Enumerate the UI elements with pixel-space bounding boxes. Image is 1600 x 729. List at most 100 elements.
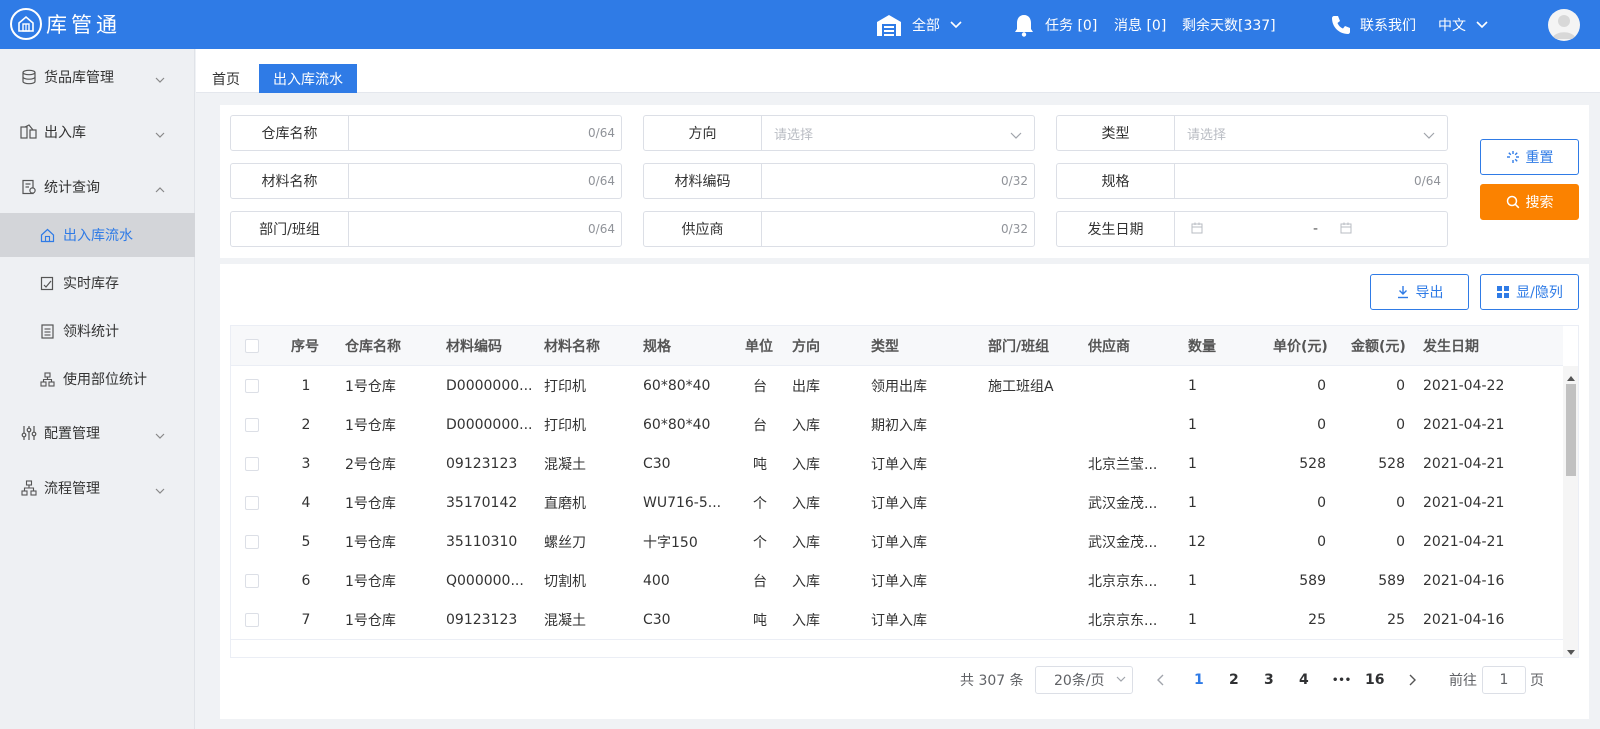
sidebar-item-in-out-flow[interactable]: 出入库流水: [0, 213, 195, 257]
row-checkbox[interactable]: [245, 444, 259, 483]
col-header-amount[interactable]: 金额(元): [1351, 326, 1406, 366]
logo-icon: [10, 8, 42, 40]
table-row[interactable]: 7 1号仓库 09123123 混凝土 C30 吨 入库 订单入库 北京京东... 1 25 25 20…: [231, 600, 1563, 640]
chevron-down-icon: [950, 20, 962, 29]
sidebar-item-realtime-stock[interactable]: 实时库存: [0, 261, 195, 305]
goto-suffix: 页: [1530, 673, 1544, 689]
messages-link[interactable]: 消息 [0]: [1114, 0, 1166, 49]
total-count: 共 307 条: [960, 673, 1024, 689]
contact-link[interactable]: 联系我们: [1330, 0, 1416, 49]
sidebar-item-label: 流程管理: [44, 481, 100, 497]
col-header-supplier[interactable]: 供应商: [1088, 326, 1130, 366]
sidebar-sub-label: 使用部位统计: [63, 372, 147, 388]
page-ellipsis[interactable]: •••: [1332, 666, 1351, 694]
warehouse-label: 全部: [912, 17, 940, 34]
select-placeholder: 请选择: [774, 127, 814, 143]
tab-in-out-flow[interactable]: 出入库流水: [259, 64, 357, 93]
avatar[interactable]: [1548, 9, 1580, 41]
col-header-spec[interactable]: 规格: [643, 326, 671, 366]
calendar-icon: [1191, 222, 1203, 238]
select-all-checkbox[interactable]: [245, 326, 259, 366]
page-3[interactable]: 3: [1264, 666, 1274, 694]
material-code-field[interactable]: 材料编码 0/32: [643, 163, 1035, 199]
col-header-unit[interactable]: 单位: [745, 326, 773, 366]
table-row[interactable]: 2 1号仓库 D0000000... 打印机 60*80*40 台 入库 期初入库 1 0 0 202…: [231, 405, 1563, 445]
spec-field[interactable]: 规格 0/64: [1056, 163, 1448, 199]
vertical-scrollbar[interactable]: [1563, 366, 1578, 657]
table-row[interactable]: 3 2号仓库 09123123 混凝土 C30 吨 入库 订单入库 北京兰莹... 1 528 528…: [231, 444, 1563, 484]
col-header-quantity[interactable]: 数量: [1188, 326, 1216, 366]
cell-material-code: Q000000...: [446, 572, 524, 589]
table-row[interactable]: 5 1号仓库 35110310 螺丝刀 十字150 个 入库 订单入库 武汉金茂... 12 0 0 2…: [231, 522, 1563, 562]
toggle-columns-button[interactable]: 显/隐列: [1480, 274, 1579, 310]
cell-spec: 400: [643, 572, 670, 589]
messages-count: 消息 [0]: [1114, 17, 1167, 34]
warehouse-selector[interactable]: 全部: [876, 0, 962, 49]
sidebar-item-usage-location-stats[interactable]: 使用部位统计: [0, 357, 195, 401]
page-4[interactable]: 4: [1299, 666, 1309, 694]
page-1[interactable]: 1: [1194, 666, 1204, 694]
cell-quantity: 1: [1188, 494, 1197, 511]
cell-amount: 0: [1396, 377, 1405, 394]
search-button[interactable]: 搜索: [1480, 184, 1579, 220]
row-checkbox[interactable]: [245, 405, 259, 444]
col-header-direction[interactable]: 方向: [792, 326, 820, 366]
cell-unit: 台: [753, 573, 767, 590]
cell-quantity: 1: [1188, 572, 1197, 589]
material-name-field[interactable]: 材料名称 0/64: [230, 163, 622, 199]
tasks-link[interactable]: 任务 [0]: [1013, 0, 1097, 49]
type-select[interactable]: 类型 请选择: [1056, 115, 1448, 151]
row-checkbox[interactable]: [245, 561, 259, 600]
cell-department: [988, 561, 1083, 600]
page-16[interactable]: 16: [1365, 666, 1384, 694]
cell-unit: 台: [753, 378, 767, 395]
sidebar-item-picking-stats[interactable]: 领料统计: [0, 309, 195, 353]
row-checkbox[interactable]: [245, 366, 259, 405]
cell-supplier: 北京兰莹...: [1088, 456, 1158, 473]
page-2[interactable]: 2: [1229, 666, 1239, 694]
cell-index: 6: [301, 572, 311, 589]
cell-warehouse: 1号仓库: [345, 378, 396, 395]
goto-page-input[interactable]: 1: [1482, 666, 1526, 694]
app-logo[interactable]: 库管通: [10, 8, 121, 40]
sidebar-item-config[interactable]: 配置管理: [0, 411, 195, 455]
tab-home[interactable]: 首页: [212, 64, 240, 93]
table-row[interactable]: 6 1号仓库 Q000000... 切割机 400 台 入库 订单入库 北京京东... 1 589 5…: [231, 561, 1563, 601]
sidebar-item-statistics[interactable]: 统计查询: [0, 165, 195, 209]
sidebar-item-workflow[interactable]: 流程管理: [0, 466, 195, 510]
hierarchy-icon: [39, 371, 55, 387]
next-page-button[interactable]: [1408, 666, 1416, 694]
cell-material-name: 打印机: [544, 417, 586, 434]
warehouse-name-field[interactable]: 仓库名称 0/64: [230, 115, 622, 151]
row-checkbox[interactable]: [245, 483, 259, 522]
col-header-date[interactable]: 发生日期: [1423, 326, 1479, 366]
cell-direction: 入库: [792, 456, 820, 473]
reset-button[interactable]: 重置: [1480, 139, 1579, 175]
col-header-unit-price[interactable]: 单价(元): [1273, 326, 1328, 366]
col-header-warehouse[interactable]: 仓库名称: [345, 326, 401, 366]
supplier-field[interactable]: 供应商 0/32: [643, 211, 1035, 247]
language-selector[interactable]: 中文: [1438, 0, 1488, 49]
filter-panel: 仓库名称 0/64 方向 请选择 类型 请选择 材料名称 0/64 材料编码 0…: [220, 105, 1589, 258]
table-row[interactable]: 4 1号仓库 35170142 直磨机 WU716-5... 个 入库 订单入库 武汉金茂...…: [231, 483, 1563, 523]
page-size-select[interactable]: 20条/页: [1035, 666, 1133, 694]
col-header-type[interactable]: 类型: [871, 326, 899, 366]
prev-page-button[interactable]: [1157, 666, 1165, 694]
col-header-material-code[interactable]: 材料编码: [446, 326, 502, 366]
date-range-picker[interactable]: 发生日期 -: [1056, 211, 1448, 247]
table-row[interactable]: 1 1号仓库 D0000000... 打印机 60*80*40 台 出库 领用出库 施工班组A 1…: [231, 366, 1563, 406]
sidebar-item-in-out[interactable]: 出入库: [0, 110, 195, 154]
row-checkbox[interactable]: [245, 600, 259, 639]
field-label: 类型: [1057, 116, 1175, 150]
export-button[interactable]: 导出: [1370, 274, 1469, 310]
cell-unit: 个: [753, 495, 767, 512]
col-header-department[interactable]: 部门/班组: [988, 326, 1049, 366]
sidebar-item-goods-warehouse[interactable]: 货品库管理: [0, 55, 195, 99]
export-label: 导出: [1415, 285, 1444, 301]
row-checkbox[interactable]: [245, 522, 259, 561]
scroll-thumb[interactable]: [1566, 384, 1576, 476]
department-field[interactable]: 部门/班组 0/64: [230, 211, 622, 247]
col-header-material-name[interactable]: 材料名称: [544, 326, 600, 366]
col-header-index[interactable]: 序号: [291, 326, 319, 366]
direction-select[interactable]: 方向 请选择: [643, 115, 1035, 151]
